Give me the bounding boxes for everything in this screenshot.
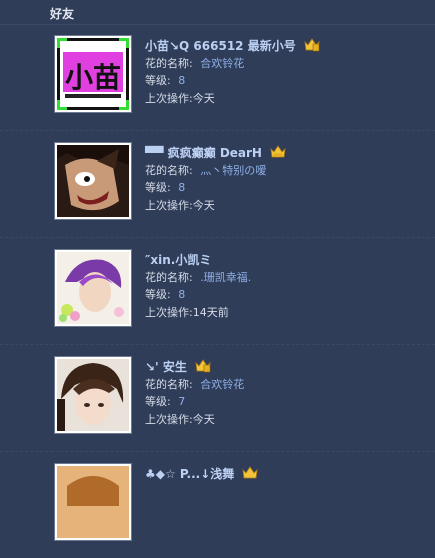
last-action-line: 上次操作:今天 [145, 197, 215, 213]
friend-name-row: ▀▀ 疯疯癫癫 DearH [145, 144, 286, 161]
flower-name-label: 花的名称: [145, 271, 193, 284]
friend-name-row: ″xin.小凯ミ [145, 251, 211, 268]
friend-avatar[interactable]: 小苗 [54, 35, 132, 113]
level-line: 等级: 7 [145, 393, 185, 409]
friend-item: ″xin.小凯ミ 花的名称: .珊凯幸福. 等级: 8 上次操作:14天前 [0, 238, 435, 345]
friends-header: 好友 [0, 0, 435, 25]
last-action-value: 今天 [192, 199, 215, 212]
friend-avatar[interactable] [54, 142, 132, 220]
last-action-label: 上次操作: [145, 306, 193, 319]
flower-name-label: 花的名称: [145, 378, 193, 391]
avatar-image [57, 466, 129, 538]
level-label: 等级: [145, 74, 171, 87]
level-value: 7 [178, 395, 186, 408]
friend-avatar[interactable] [54, 356, 132, 434]
level-line: 等级: 8 [145, 72, 185, 88]
level-line: 等级: 8 [145, 179, 185, 195]
friend-item: ♣◆☆ P...↓浅舞 [0, 452, 435, 558]
friend-list: 小苗 小苗↘Q 666512 最新小号 花的名称: 合欢铃花 等级: 8 上次操… [0, 24, 435, 558]
avatar-image: 小苗 [57, 38, 129, 110]
last-action-label: 上次操作: [145, 199, 193, 212]
friend-name-link[interactable]: 小苗↘Q 666512 最新小号 [145, 39, 296, 53]
flower-name-line: 花的名称: 合欢铃花 [145, 55, 244, 71]
level-label: 等级: [145, 395, 171, 408]
flower-name-label: 花的名称: [145, 57, 193, 70]
avatar-image [57, 252, 129, 324]
friend-item: ↘' 安生 花的名称: 合欢铃花 等级: 7 上次操作:今天 [0, 345, 435, 452]
section-title: 好友 [50, 7, 75, 21]
last-action-value: 14天前 [192, 306, 229, 319]
avatar-logo-text: 小苗 [65, 61, 121, 94]
friend-name-row: 小苗↘Q 666512 最新小号 [145, 37, 320, 54]
last-action-line: 上次操作:今天 [145, 90, 215, 106]
avatar-image [57, 145, 129, 217]
friend-avatar[interactable] [54, 463, 132, 541]
friend-name-link[interactable]: ″xin.小凯ミ [145, 253, 211, 267]
level-line: 等级: 8 [145, 286, 185, 302]
vip-crown-icon [242, 466, 258, 479]
last-action-line: 上次操作:今天 [145, 411, 215, 427]
vip-crown-icon [304, 38, 320, 52]
last-action-line: 上次操作:14天前 [145, 304, 229, 320]
flower-name-line: 花的名称: 合欢铃花 [145, 376, 244, 392]
level-value: 8 [178, 181, 186, 194]
friend-name-row: ↘' 安生 [145, 358, 211, 375]
flower-name-value[interactable]: 灬丶特别の嗳 [200, 164, 266, 177]
last-action-value: 今天 [192, 413, 215, 426]
flower-name-label: 花的名称: [145, 164, 193, 177]
friend-name-link[interactable]: ↘' 安生 [145, 360, 187, 374]
last-action-label: 上次操作: [145, 92, 193, 105]
level-value: 8 [178, 74, 186, 87]
flower-name-value[interactable]: .珊凯幸福. [200, 271, 251, 284]
friend-name-row: ♣◆☆ P...↓浅舞 [145, 465, 258, 482]
flower-name-value[interactable]: 合欢铃花 [200, 57, 244, 70]
vip-crown-icon [195, 359, 211, 373]
level-label: 等级: [145, 181, 171, 194]
level-value: 8 [178, 288, 186, 301]
vip-crown-icon [270, 145, 286, 158]
friend-name-link[interactable]: ♣◆☆ P...↓浅舞 [145, 467, 234, 481]
flower-name-value[interactable]: 合欢铃花 [200, 378, 244, 391]
last-action-value: 今天 [192, 92, 215, 105]
avatar-image [57, 359, 129, 431]
friend-name-link[interactable]: ▀▀ 疯疯癫癫 DearH [145, 146, 262, 160]
last-action-label: 上次操作: [145, 413, 193, 426]
flower-name-line: 花的名称: 灬丶特别の嗳 [145, 162, 266, 178]
friend-avatar[interactable] [54, 249, 132, 327]
friend-item: ▀▀ 疯疯癫癫 DearH 花的名称: 灬丶特别の嗳 等级: 8 上次操作:今天 [0, 131, 435, 238]
level-label: 等级: [145, 288, 171, 301]
friend-item: 小苗 小苗↘Q 666512 最新小号 花的名称: 合欢铃花 等级: 8 上次操… [0, 24, 435, 131]
flower-name-line: 花的名称: .珊凯幸福. [145, 269, 251, 285]
